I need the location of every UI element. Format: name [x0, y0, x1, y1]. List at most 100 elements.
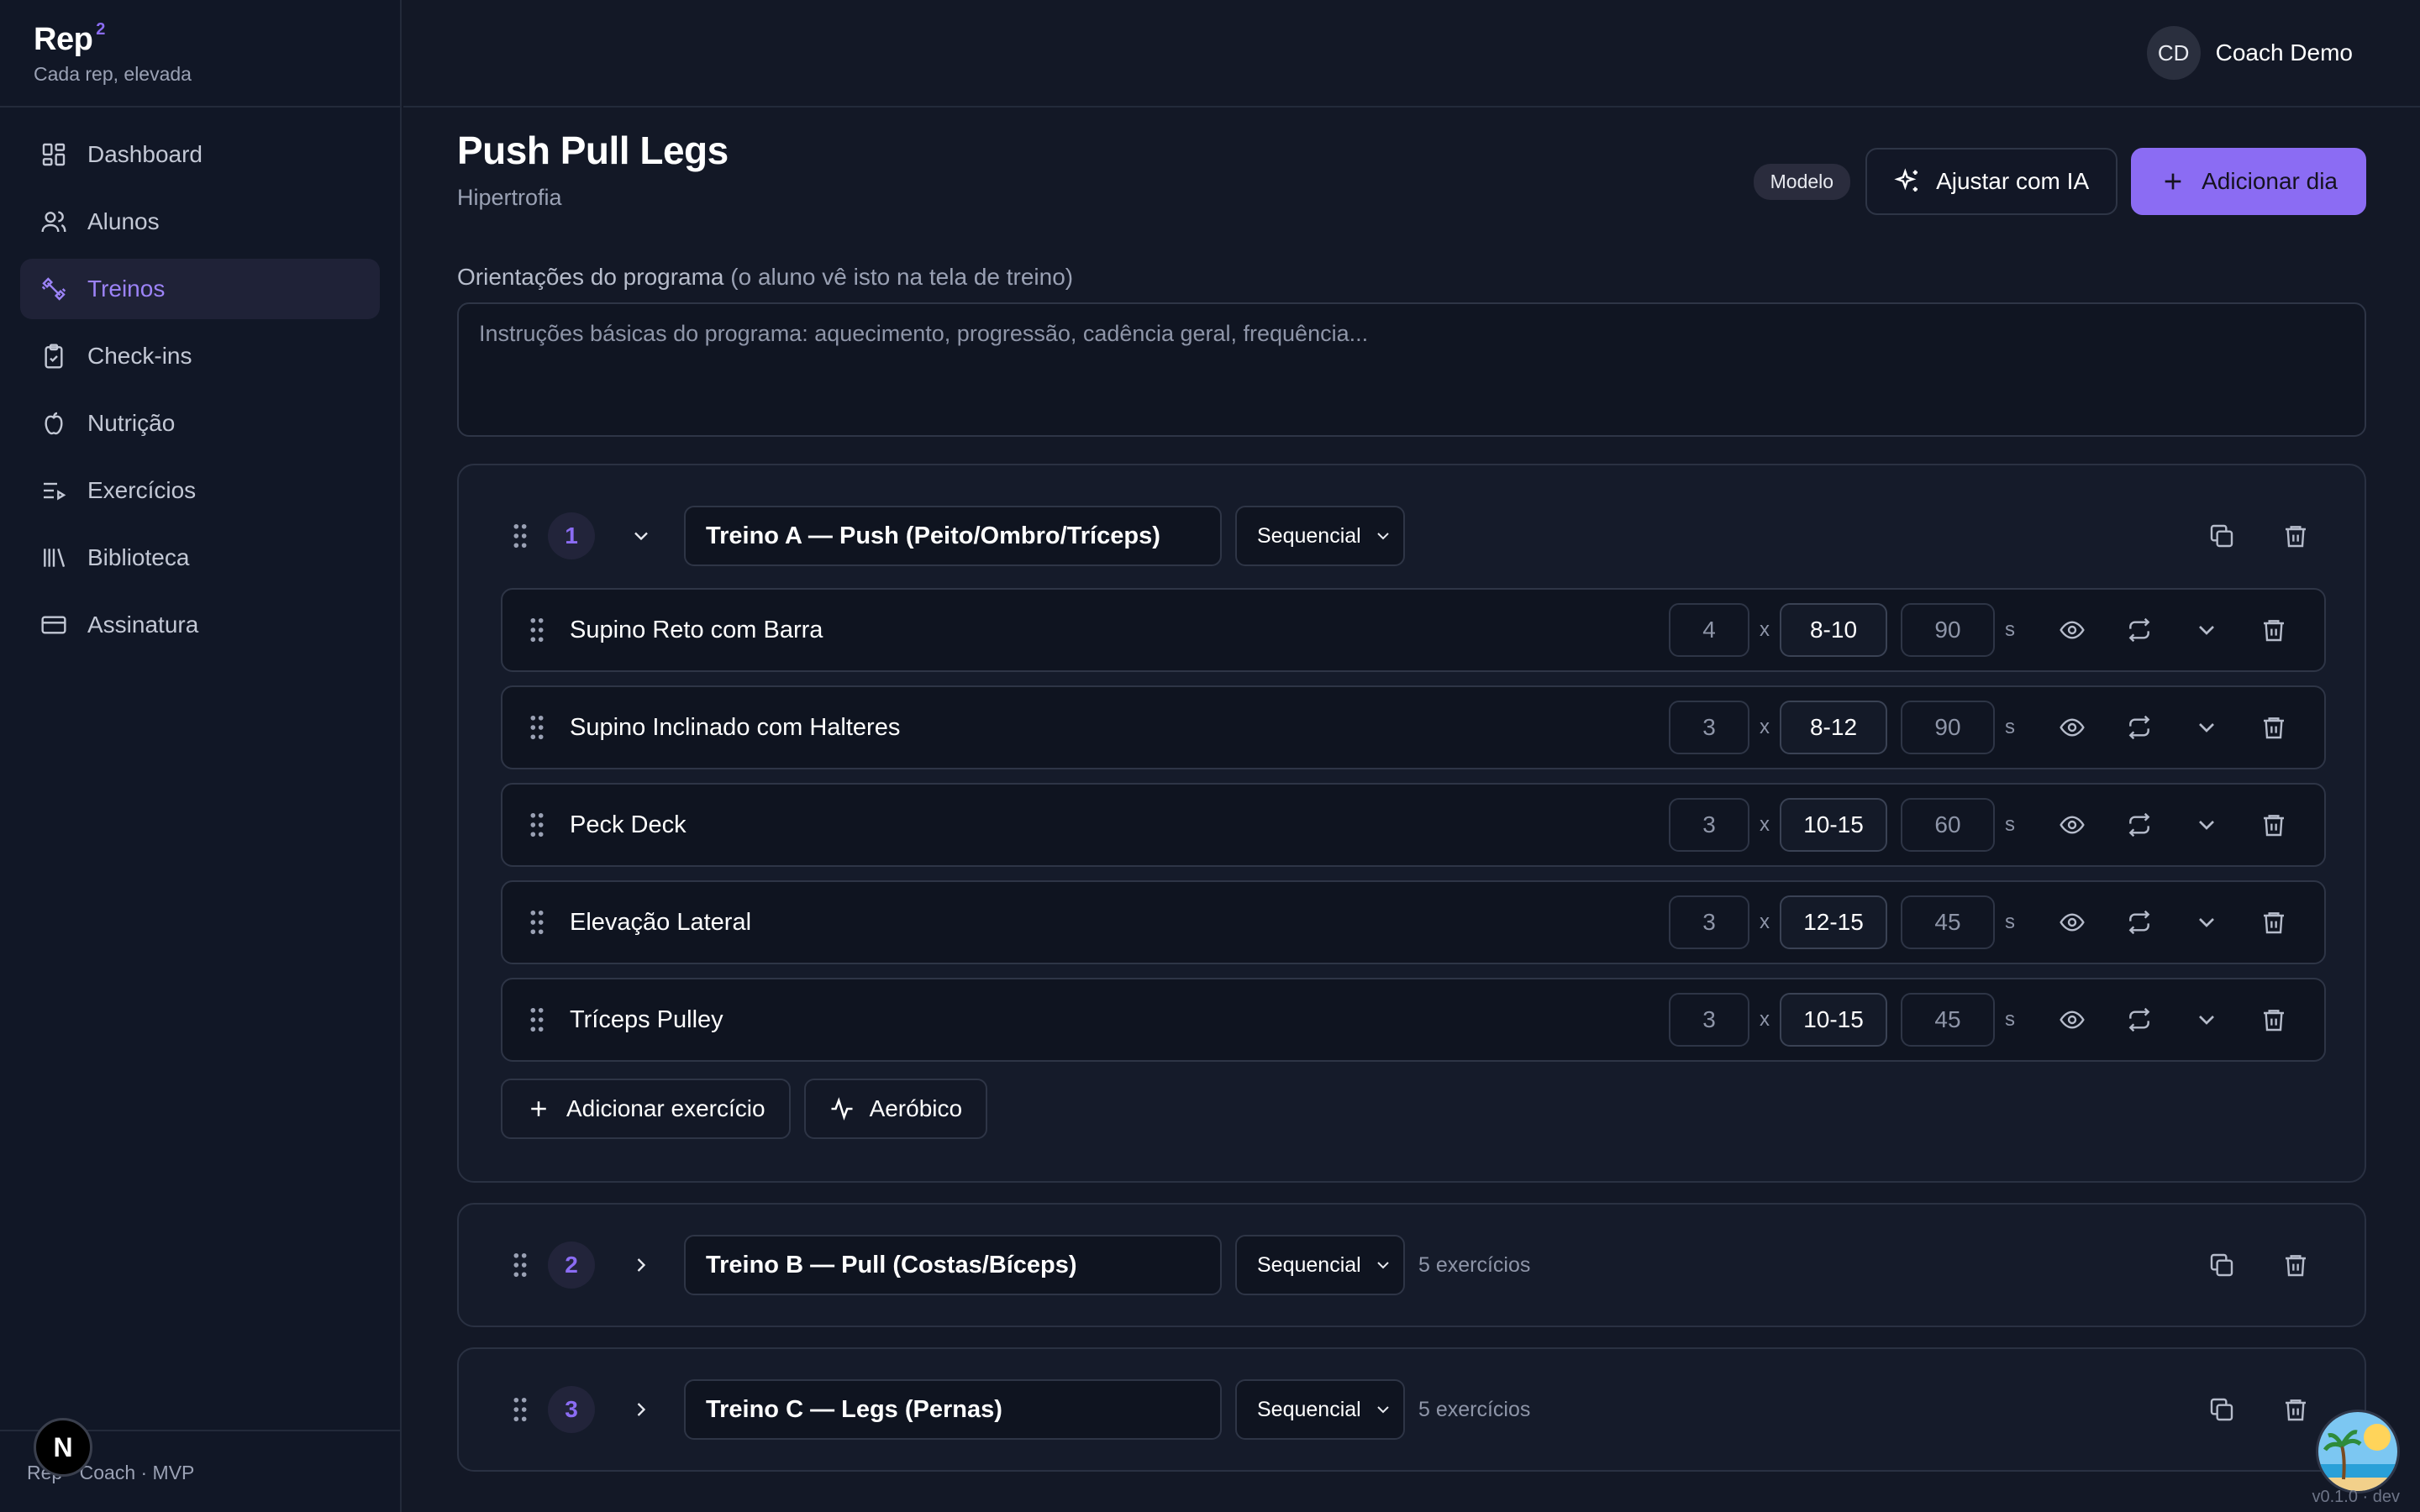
eye-icon[interactable] [2055, 1003, 2089, 1037]
drag-handle-icon[interactable] [528, 715, 546, 740]
rest-input[interactable]: 90 [1901, 701, 1995, 754]
repeat-icon[interactable] [2123, 613, 2156, 647]
trash-icon[interactable] [2257, 906, 2291, 939]
exercise-name[interactable]: Tríceps Pulley [570, 1006, 723, 1034]
trash-icon[interactable] [2279, 519, 2312, 553]
day-header: 3 Treino C — Legs (Pernas) Sequencial 5 … [459, 1379, 2365, 1440]
drag-handle-icon[interactable] [528, 910, 546, 935]
trash-icon[interactable] [2279, 1393, 2312, 1426]
day-card: 3 Treino C — Legs (Pernas) Sequencial 5 … [457, 1347, 2366, 1472]
exercise-row: Supino Reto com Barra 4 x 8-10 90 s [501, 588, 2326, 672]
sidebar-item-alunos[interactable]: Alunos [20, 192, 380, 252]
drag-handle-icon[interactable] [511, 1397, 529, 1422]
user-menu[interactable]: CD Coach Demo [2146, 26, 2353, 80]
exercise-actions [2039, 711, 2307, 744]
sets-input[interactable]: 3 [1669, 895, 1749, 949]
reps-input[interactable]: 8-12 [1780, 701, 1887, 754]
trash-icon[interactable] [2257, 613, 2291, 647]
day-name-input[interactable]: Treino C — Legs (Pernas) [684, 1379, 1222, 1440]
day-mode-select[interactable]: Sequencial [1235, 1235, 1405, 1295]
chevron-down-icon [1377, 533, 1389, 540]
repeat-icon[interactable] [2123, 906, 2156, 939]
exercise-row: Tríceps Pulley 3 x 10-15 45 s [501, 978, 2326, 1062]
rest-input[interactable]: 45 [1901, 895, 1995, 949]
day-card: 1 Treino A — Push (Peito/Ombro/Tríceps) … [457, 464, 2366, 1183]
exercise-name[interactable]: Peck Deck [570, 811, 687, 839]
trash-icon[interactable] [2257, 808, 2291, 842]
page-subtitle: Hipertrofia [457, 185, 562, 210]
eye-icon[interactable] [2055, 711, 2089, 744]
day-mode-select[interactable]: Sequencial [1235, 1379, 1405, 1440]
exercise-name[interactable]: Supino Reto com Barra [570, 617, 823, 644]
sets-input[interactable]: 3 [1669, 798, 1749, 852]
exercise-controls: 4 x 8-10 90 s [1669, 590, 2307, 670]
chevron-down-icon[interactable] [2190, 613, 2223, 647]
sidebar-item-nutricao[interactable]: Nutrição [20, 393, 380, 454]
duplicate-icon[interactable] [2205, 519, 2238, 553]
sets-input[interactable]: 4 [1669, 603, 1749, 657]
eye-icon[interactable] [2055, 613, 2089, 647]
exercise-controls: 3 x 10-15 45 s [1669, 979, 2307, 1060]
header-actions: Modelo Ajustar com IA Adicionar dia [1753, 148, 2366, 215]
drag-handle-icon[interactable] [511, 523, 529, 549]
repeat-icon[interactable] [2123, 808, 2156, 842]
chevron-down-icon [1377, 1262, 1389, 1269]
trash-icon[interactable] [2279, 1248, 2312, 1282]
reps-input[interactable]: 10-15 [1780, 993, 1887, 1047]
day-mode-select[interactable]: Sequencial [1235, 506, 1405, 566]
add-exercise-button[interactable]: Adicionar exercício [501, 1079, 791, 1139]
sidebar-item-biblioteca[interactable]: Biblioteca [20, 528, 380, 588]
drag-handle-icon[interactable] [528, 812, 546, 837]
sidebar-item-check-ins[interactable]: Check-ins [20, 326, 380, 386]
duplicate-icon[interactable] [2205, 1248, 2238, 1282]
reps-input[interactable]: 10-15 [1780, 798, 1887, 852]
trash-icon[interactable] [2257, 711, 2291, 744]
sidebar-item-assinatura[interactable]: Assinatura [20, 595, 380, 655]
exercise-actions [2039, 613, 2307, 647]
reps-input[interactable]: 8-10 [1780, 603, 1887, 657]
chevron-down-icon[interactable] [2190, 906, 2223, 939]
exercise-name[interactable]: Supino Inclinado com Halteres [570, 714, 900, 742]
rest-unit: s [2005, 813, 2015, 836]
rest-input[interactable]: 90 [1901, 603, 1995, 657]
rest-unit: s [2005, 618, 2015, 641]
add-cardio-button[interactable]: Aeróbico [803, 1079, 988, 1139]
chevron-right-icon[interactable] [629, 1397, 654, 1422]
chevron-down-icon[interactable] [2190, 711, 2223, 744]
next-dev-badge[interactable]: N [34, 1418, 92, 1477]
chevron-down-icon[interactable] [629, 523, 654, 549]
repeat-icon[interactable] [2123, 711, 2156, 744]
sets-input[interactable]: 3 [1669, 993, 1749, 1047]
duplicate-icon[interactable] [2205, 1393, 2238, 1426]
chevron-down-icon[interactable] [2190, 1003, 2223, 1037]
dumbbell-icon [40, 276, 67, 302]
ai-adjust-button[interactable]: Ajustar com IA [1865, 148, 2118, 215]
sidebar-item-treinos[interactable]: Treinos [20, 259, 380, 319]
exercise-controls: 3 x 8-12 90 s [1669, 687, 2307, 768]
orientation-textarea[interactable]: Instruções básicas do programa: aquecime… [457, 302, 2366, 437]
eye-icon[interactable] [2055, 906, 2089, 939]
brand-name: Rep 2 [34, 20, 105, 57]
chevron-down-icon[interactable] [2190, 808, 2223, 842]
brand[interactable]: Rep 2 Cada rep, elevada [0, 0, 400, 108]
add-day-button[interactable]: Adicionar dia [2131, 148, 2366, 215]
reps-input[interactable]: 12-15 [1780, 895, 1887, 949]
profile-avatar-image[interactable] [2316, 1410, 2400, 1494]
exercise-name[interactable]: Elevação Lateral [570, 909, 751, 937]
rest-input[interactable]: 60 [1901, 798, 1995, 852]
sidebar-item-dashboard[interactable]: Dashboard [20, 124, 380, 185]
drag-handle-icon[interactable] [528, 1007, 546, 1032]
eye-icon[interactable] [2055, 808, 2089, 842]
day-name-input[interactable]: Treino B — Pull (Costas/Bíceps) [684, 1235, 1222, 1295]
drag-handle-icon[interactable] [528, 617, 546, 643]
repeat-icon[interactable] [2123, 1003, 2156, 1037]
rest-input[interactable]: 45 [1901, 993, 1995, 1047]
drag-handle-icon[interactable] [511, 1252, 529, 1278]
trash-icon[interactable] [2257, 1003, 2291, 1037]
sidebar-item-exercicios[interactable]: Exercícios [20, 460, 380, 521]
chevron-right-icon[interactable] [629, 1252, 654, 1278]
day-name-input[interactable]: Treino A — Push (Peito/Ombro/Tríceps) [684, 506, 1222, 566]
topbar: CD Coach Demo [403, 0, 2420, 108]
sidebar-item-label: Dashboard [87, 141, 203, 167]
sets-input[interactable]: 3 [1669, 701, 1749, 754]
